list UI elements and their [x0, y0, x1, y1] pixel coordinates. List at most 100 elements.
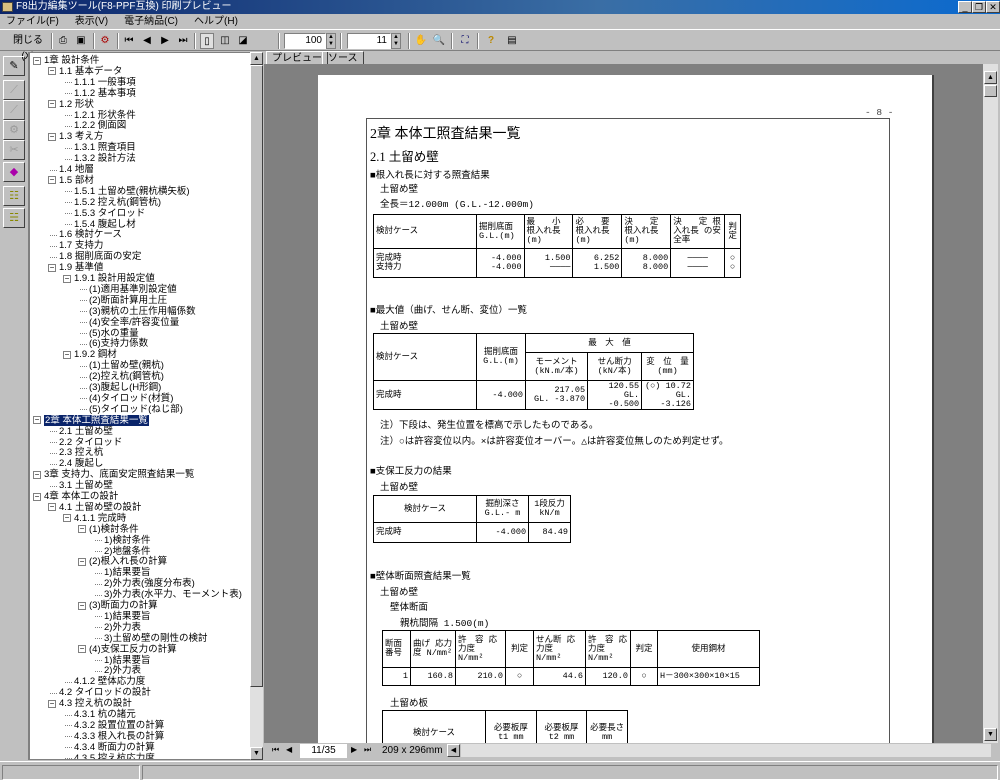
scroll-thumb[interactable] — [984, 85, 997, 97]
tree-item[interactable]: 1.9 基準値 — [59, 262, 103, 273]
tree-item[interactable]: 2)外力表 — [104, 622, 141, 633]
scroll-up-icon[interactable]: ▲ — [250, 52, 263, 65]
collapse-icon[interactable]: − — [48, 67, 56, 76]
tree-item[interactable]: 2)外力表(強度分布表) — [104, 578, 195, 589]
tree-item[interactable]: (4)安全率/許容変位量 — [89, 317, 179, 328]
tree-item[interactable]: 2)地盤条件 — [104, 546, 150, 557]
tree-item[interactable]: 4.1.1 完成時 — [74, 513, 126, 524]
collapse-icon[interactable]: − — [33, 416, 41, 425]
tree-item[interactable]: 1.3.2 設計方法 — [74, 153, 136, 164]
stamp-icon[interactable]: ⚙ — [3, 120, 25, 140]
line-icon[interactable]: ⟋ — [3, 80, 25, 100]
collapse-icon[interactable]: − — [48, 503, 56, 512]
tree-item[interactable]: 4.3.3 根入れ長の計算 — [74, 731, 164, 742]
tree-item[interactable]: 1.2 形状 — [59, 99, 94, 110]
tree-item[interactable]: 1)検討条件 — [104, 535, 150, 546]
menu-electronic-delivery[interactable]: 電子納品(C) — [124, 16, 178, 27]
tree-item[interactable]: 2.3 控え杭 — [59, 447, 103, 458]
tab-preview[interactable]: プレビュー — [266, 51, 328, 65]
font-size-input[interactable]: 11 — [347, 33, 391, 49]
collapse-icon[interactable]: − — [33, 470, 41, 479]
collapse-icon[interactable]: − — [63, 514, 71, 523]
collapse-icon[interactable]: − — [78, 601, 86, 610]
tree-item[interactable]: (2)断面計算用土圧 — [89, 295, 167, 306]
tree-item[interactable]: 2)外力表 — [104, 665, 141, 676]
tree-item[interactable]: 1.5.1 土留め壁(親杭横矢板) — [74, 186, 190, 197]
collapse-icon[interactable]: − — [78, 645, 86, 654]
scroll-up-icon[interactable]: ▲ — [984, 71, 997, 84]
tree-item[interactable]: 1.7 支持力 — [59, 240, 103, 251]
first-page-icon[interactable]: ⏮ — [122, 33, 136, 49]
last-page-icon[interactable]: ⏭ — [364, 745, 371, 755]
tree-item[interactable]: 4.1.2 壁体応力度 — [74, 676, 145, 687]
collapse-icon[interactable]: − — [48, 699, 56, 708]
tree-item[interactable]: 1.5.4 腹起し材 — [74, 219, 136, 230]
last-page-icon[interactable]: ⏭ — [176, 33, 190, 49]
tree-item[interactable]: (5)水の重量 — [89, 328, 139, 339]
tree-item[interactable]: 1.2.1 形状条件 — [74, 110, 136, 121]
tree-item[interactable]: 3章 支持力、底面安定照査結果一覧 — [44, 469, 194, 480]
tree-collapse-icon[interactable]: ☵ — [3, 208, 25, 228]
scroll-thumb[interactable] — [250, 65, 263, 687]
tree-item[interactable]: 1)結果要旨 — [104, 567, 150, 578]
info-card-icon[interactable]: ▤ — [504, 33, 520, 49]
tree-item[interactable]: 1.9.1 設計用設定値 — [74, 273, 155, 284]
tree-item[interactable]: 1.5 部材 — [59, 175, 94, 186]
tree-item[interactable]: 1)結果要旨 — [104, 611, 150, 622]
page-setup-icon[interactable]: ⚙ — [98, 33, 112, 49]
minimize-button[interactable]: _ — [958, 1, 972, 13]
tree-item[interactable]: 2章 本体工照査結果一覧 — [44, 414, 149, 426]
tree-item[interactable]: 1.4 地層 — [59, 164, 94, 175]
tree-item[interactable]: (2)根入れ長の計算 — [89, 556, 167, 567]
magnifier-icon[interactable]: 🔍 — [432, 33, 446, 49]
pen-icon[interactable]: ✎ — [3, 56, 25, 76]
tree-item[interactable]: (6)支持力係数 — [89, 338, 148, 349]
page-number-input[interactable]: 11/35 — [300, 744, 347, 758]
tree-item[interactable]: 4.3.2 設置位置の計算 — [74, 720, 164, 731]
menu-help[interactable]: ヘルプ(H) — [194, 16, 238, 27]
preview-vertical-scrollbar[interactable]: ▲ ▼ — [983, 64, 998, 743]
collapse-icon[interactable]: − — [63, 274, 71, 283]
tree-item[interactable]: 1.9.2 鋼材 — [74, 349, 117, 360]
collapse-icon[interactable]: − — [48, 263, 56, 272]
tree-item[interactable]: 3)土留め壁の剛性の検討 — [104, 633, 207, 644]
print-icon[interactable]: ⎙ — [56, 33, 70, 49]
prev-page-icon[interactable]: ◀ — [140, 33, 154, 49]
help-icon[interactable]: ? — [484, 33, 498, 49]
collapse-icon[interactable]: − — [33, 492, 41, 501]
tab-source[interactable]: ソース — [322, 51, 364, 65]
hand-icon[interactable]: ✋ — [414, 33, 428, 49]
next-page-icon[interactable]: ▶ — [158, 33, 172, 49]
tree-item[interactable]: 4.3 控え杭の設計 — [59, 698, 132, 709]
scroll-down-icon[interactable]: ▼ — [984, 728, 997, 741]
tree-item[interactable]: (1)適用基準別設定値 — [89, 284, 177, 295]
tree-item[interactable]: 2.4 腹起し — [59, 458, 103, 469]
restore-button[interactable]: ❐ — [972, 1, 986, 13]
zoom-spinner[interactable]: ▲ ▼ — [326, 33, 336, 49]
tree-item[interactable]: 4.1 土留め壁の設計 — [59, 502, 141, 513]
tree-item[interactable]: 1章 設計条件 — [44, 55, 99, 66]
close-button[interactable]: ✕ — [986, 1, 1000, 13]
font-size-spinner[interactable]: ▲ ▼ — [391, 33, 401, 49]
close-preview-button[interactable]: 閉じる(X) — [8, 33, 48, 62]
save-icon[interactable]: ▣ — [74, 33, 88, 49]
multi-page-icon[interactable]: ◪ — [236, 33, 250, 49]
tree-item[interactable]: 1.5.2 控え杭(鋼管杭) — [74, 197, 161, 208]
menu-view[interactable]: 表示(V) — [75, 16, 108, 27]
tree-item[interactable]: (1)土留め壁(親杭) — [89, 360, 164, 371]
line2-icon[interactable]: ⟋ — [3, 100, 25, 120]
tree-item[interactable]: 2.1 土留め壁 — [59, 426, 113, 437]
tree-item[interactable]: 4.3.4 断面力の計算 — [74, 742, 155, 753]
tree-item[interactable]: 4.3.1 杭の諸元 — [74, 709, 136, 720]
tree-item[interactable]: 3)外力表(水平力、モーメント表) — [104, 589, 242, 600]
tree-item[interactable]: (3)断面力の計算 — [89, 600, 158, 611]
collapse-icon[interactable]: − — [63, 350, 71, 359]
first-page-icon[interactable]: ⏮ — [272, 745, 279, 755]
tree-item[interactable]: 4.3.5 控え杭応力度 — [74, 753, 155, 759]
collapse-icon[interactable]: − — [33, 56, 41, 65]
tree-item[interactable]: (3)親杭の土圧作用幅係数 — [89, 306, 196, 317]
tree-item[interactable]: (4)支保工反力の計算 — [89, 644, 177, 655]
edit-icon[interactable]: ✂ — [3, 140, 25, 160]
tree-item[interactable]: 1.1.1 一般事項 — [74, 77, 136, 88]
tree-item[interactable]: 1.1 基本データ — [59, 66, 122, 77]
